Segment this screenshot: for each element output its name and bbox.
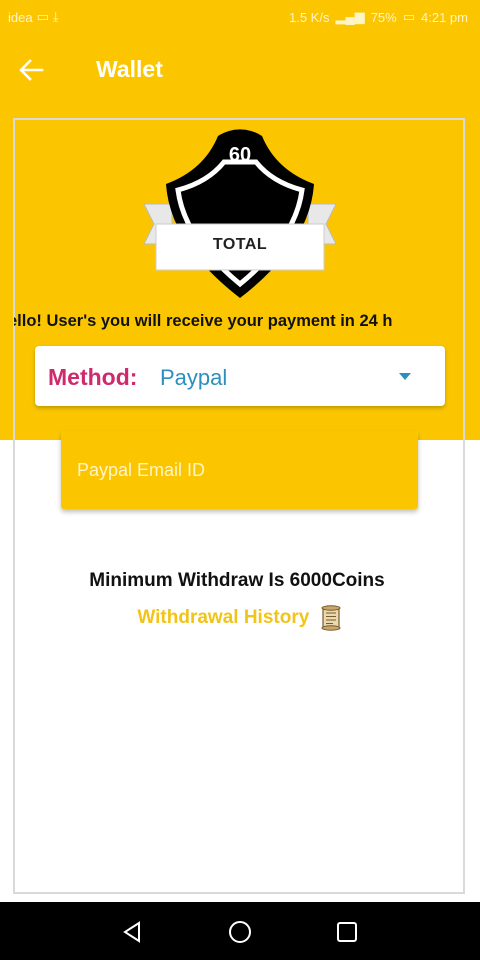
nav-recents-icon[interactable] — [334, 919, 360, 945]
download-icon: ⤓ — [52, 9, 59, 24]
status-bar: idea ▭ ⤓ 1.5 K/s ▂▄▆ 75% ▭ 4:21 pm — [0, 0, 480, 34]
page-title: Wallet — [96, 56, 163, 82]
carrier-name: idea — [8, 9, 33, 25]
notice-text: ello! User's you will receive your payme… — [14, 312, 393, 330]
clock: 4:21 pm — [421, 9, 468, 25]
message-icon: ▭ — [36, 9, 49, 24]
total-coins-badge: 60 TOTAL — [143, 126, 337, 304]
status-right: 1.5 K/s ▂▄▆ 75% ▭ 4:21 pm — [289, 9, 468, 25]
method-selected-value: Paypal — [160, 365, 228, 390]
nav-back-icon[interactable] — [120, 919, 146, 945]
battery-percent: 75% — [370, 9, 397, 25]
system-nav-bar — [0, 902, 480, 960]
withdrawal-history-link[interactable]: Withdrawal History — [0, 605, 480, 631]
signal-icon: ▂▄▆ — [335, 9, 365, 24]
paypal-email-input[interactable] — [61, 431, 418, 509]
battery-icon: ▭ — [402, 9, 416, 24]
scroll-icon — [321, 605, 341, 631]
status-left: idea ▭ ⤓ — [8, 9, 59, 25]
method-label: Method: — [48, 364, 138, 390]
withdrawal-history-label: Withdrawal History — [137, 607, 310, 629]
minimum-withdraw-text: Minimum Withdraw Is 6000Coins — [89, 570, 385, 591]
payment-method-dropdown[interactable]: Method: Paypal — [35, 346, 445, 406]
back-arrow-icon[interactable] — [18, 52, 58, 88]
coin-balance: 60 — [228, 144, 252, 166]
nav-home-icon[interactable] — [227, 919, 253, 945]
app-bar: Wallet — [0, 34, 480, 106]
badge-label: TOTAL — [212, 236, 268, 253]
dropdown-caret-icon — [399, 373, 411, 380]
notice-marquee: ello! User's you will receive your payme… — [14, 312, 464, 340]
network-speed: 1.5 K/s — [289, 9, 330, 25]
